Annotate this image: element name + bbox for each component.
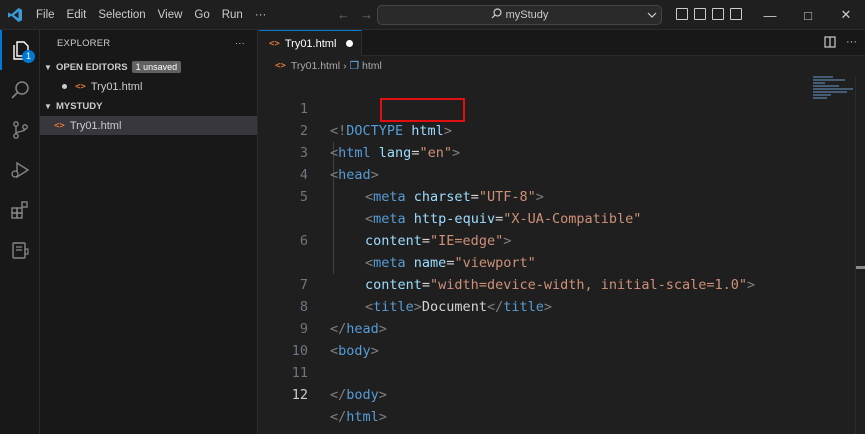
- html-file-icon: <>: [54, 120, 65, 131]
- code-line-7: 7 <title>Document</title>: [259, 252, 819, 315]
- code-line-4: 4 <meta charset="UTF-8">: [259, 142, 819, 205]
- menu-bar: File Edit Selection View Go Run ···: [30, 0, 272, 30]
- more-actions-icon[interactable]: ···: [846, 36, 857, 51]
- nav-arrows: ← →: [337, 7, 373, 22]
- lang-attribute-highlight: [380, 98, 465, 122]
- toggle-secondary-sidebar-icon[interactable]: [712, 8, 724, 20]
- code-line-12: 12 </html>: [259, 362, 819, 425]
- line-code: </html>: [330, 409, 387, 425]
- command-center-search[interactable]: myStudy: [377, 5, 662, 25]
- explorer-icon[interactable]: 1: [0, 30, 40, 70]
- unsaved-dot-icon[interactable]: [346, 40, 354, 47]
- folder-label: MYSTUDY: [56, 100, 103, 112]
- unsaved-badge: 1 unsaved: [131, 61, 182, 73]
- menu-run[interactable]: Run: [216, 0, 249, 30]
- line-code: </body>: [330, 387, 387, 403]
- folder-filename: Try01.html: [69, 119, 122, 132]
- split-editor-icon[interactable]: [824, 36, 836, 51]
- menu-more[interactable]: ···: [249, 0, 273, 30]
- extensions-icon[interactable]: [0, 190, 40, 230]
- editor-actions: ···: [824, 36, 857, 51]
- explorer-title: EXPLORER: [57, 38, 111, 49]
- code-line-5-wrap: content="IE=edge">: [259, 186, 819, 249]
- forward-arrow-icon[interactable]: →: [360, 7, 373, 22]
- code-line-6-wrap: content="width=device-width, initial-sca…: [259, 230, 819, 293]
- chevron-down-icon: ▼: [44, 101, 52, 111]
- explorer-sidebar: EXPLORER ··· ▼ OPEN EDITORS 1 unsaved <>…: [40, 30, 258, 434]
- layout-controls: [676, 8, 742, 20]
- window-controls: — □ ✕: [751, 0, 865, 30]
- toggle-primary-sidebar-icon[interactable]: [676, 8, 688, 20]
- explorer-header: EXPLORER ···: [40, 30, 257, 57]
- menu-selection[interactable]: Selection: [92, 0, 151, 30]
- menu-edit[interactable]: Edit: [61, 0, 93, 30]
- code-line-6: 6 <meta name="viewport": [259, 208, 819, 271]
- breadcrumb: <> Try01.html › ❐ html: [259, 56, 865, 76]
- html-file-icon: <>: [275, 61, 286, 71]
- maximize-icon[interactable]: □: [789, 0, 827, 30]
- tab-label: Try01.html: [284, 37, 337, 50]
- back-arrow-icon[interactable]: ←: [337, 7, 350, 22]
- vscode-logo-icon: [0, 0, 30, 30]
- unsaved-dot-icon: [62, 84, 67, 89]
- code-line-3: 3 <head>: [259, 120, 819, 183]
- open-editor-item[interactable]: <> Try01.html: [40, 77, 257, 96]
- menu-view[interactable]: View: [152, 0, 189, 30]
- explorer-more-actions[interactable]: ···: [235, 38, 245, 49]
- html-file-icon: <>: [75, 81, 86, 92]
- minimap[interactable]: [813, 76, 861, 106]
- chevron-down-icon: ▼: [44, 62, 52, 72]
- code-line-1: 1 <!DOCTYPE html>: [259, 76, 819, 139]
- html-file-icon: <>: [269, 38, 280, 49]
- chevron-right-icon: ›: [343, 60, 347, 72]
- scrollbar-thumb[interactable]: [856, 266, 865, 269]
- search-icon[interactable]: [0, 70, 40, 110]
- tab-try01[interactable]: <> Try01.html: [259, 30, 362, 56]
- search-icon: [491, 8, 502, 22]
- menu-file[interactable]: File: [30, 0, 61, 30]
- symbol-element-icon: ❐: [349, 60, 359, 72]
- vertical-scrollbar[interactable]: [855, 76, 865, 434]
- source-control-icon[interactable]: [0, 110, 40, 150]
- run-debug-icon[interactable]: [0, 150, 40, 190]
- editor-tab-bar: <> Try01.html ···: [259, 30, 865, 56]
- close-icon[interactable]: ✕: [827, 0, 865, 30]
- breadcrumb-file[interactable]: Try01.html: [291, 60, 340, 72]
- customize-layout-icon[interactable]: [730, 8, 742, 20]
- code-line-8: 8 </head>: [259, 274, 819, 337]
- breadcrumb-symbol[interactable]: html: [362, 60, 382, 72]
- open-editor-filename: Try01.html: [90, 80, 143, 93]
- explorer-badge: 1: [22, 50, 35, 63]
- folder-file-item[interactable]: <> Try01.html: [40, 116, 257, 135]
- toggle-panel-icon[interactable]: [694, 8, 706, 20]
- code-line-10: 10: [259, 318, 819, 359]
- code-line-9: 9 <body>: [259, 296, 819, 359]
- open-editors-section[interactable]: ▼ OPEN EDITORS 1 unsaved: [40, 57, 257, 77]
- code-line-2: 2 <html lang="en">: [259, 98, 819, 161]
- code-editor[interactable]: 1 <!DOCTYPE html> 2 <html lang="en"> 3 <…: [259, 76, 865, 434]
- remote-explorer-icon[interactable]: [0, 230, 40, 270]
- title-bar: File Edit Selection View Go Run ··· ← → …: [0, 0, 865, 30]
- code-line-11: 11 </body>: [259, 340, 819, 403]
- code-line-5: 5 <meta http-equiv="X-UA-Compatible": [259, 164, 819, 227]
- activity-bar: 1: [0, 30, 40, 434]
- command-center-label: myStudy: [505, 9, 549, 21]
- menu-go[interactable]: Go: [188, 0, 215, 30]
- minimize-icon[interactable]: —: [751, 0, 789, 30]
- open-editors-label: OPEN EDITORS: [56, 61, 128, 73]
- folder-section[interactable]: ▼ MYSTUDY: [40, 96, 257, 116]
- chevron-down-icon[interactable]: [642, 5, 662, 25]
- line-number: 12: [291, 387, 308, 403]
